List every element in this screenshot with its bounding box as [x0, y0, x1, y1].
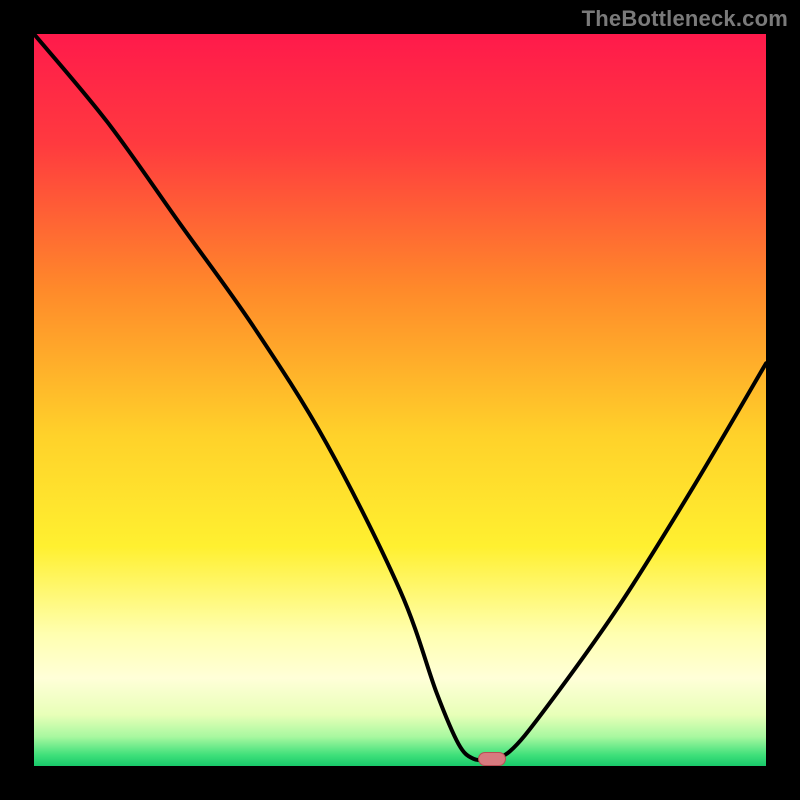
- watermark-text: TheBottleneck.com: [582, 6, 788, 32]
- optimal-marker: [478, 752, 506, 766]
- bottleneck-curve: [34, 34, 766, 766]
- plot-area: [34, 34, 766, 766]
- chart-frame: TheBottleneck.com: [0, 0, 800, 800]
